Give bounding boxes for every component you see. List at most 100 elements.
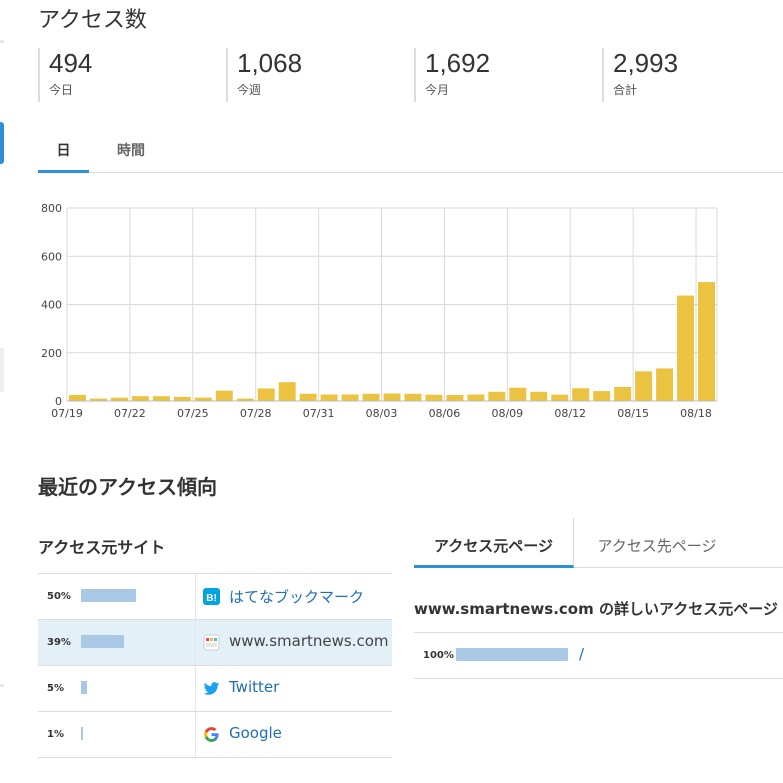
column-divider	[195, 666, 196, 711]
source-page-row[interactable]: 100% /	[414, 633, 783, 679]
stat-today: 494 今日	[38, 48, 92, 102]
left-panel-edge	[0, 684, 4, 687]
source-share-bar	[81, 635, 124, 648]
stat-this-week: 1,068 今週	[226, 48, 302, 102]
chart-bar	[383, 393, 401, 401]
y-tick-label: 200	[41, 347, 62, 360]
smartnews-icon	[203, 634, 220, 651]
chart-bar	[110, 397, 128, 401]
stat-this-month: 1,692 今月	[414, 48, 490, 102]
twitter-icon	[203, 680, 220, 697]
source-share-bar	[81, 589, 136, 602]
chart-bar	[635, 371, 653, 401]
chart-bar	[530, 391, 548, 401]
chart-bar	[425, 394, 443, 401]
source-share-bar	[81, 727, 83, 740]
chart-bar	[173, 396, 191, 401]
source-share-bar	[81, 681, 87, 694]
source-site-name[interactable]: はてなブックマーク	[229, 586, 364, 607]
period-tabs: 日 時間	[38, 127, 783, 173]
chart-bar	[614, 387, 632, 401]
tab-day[interactable]: 日	[38, 127, 89, 173]
x-tick-label: 08/09	[491, 407, 523, 420]
google-icon	[203, 726, 220, 743]
x-tick-label: 07/28	[240, 407, 272, 420]
stat-label: 今月	[425, 83, 450, 97]
sources-title: アクセス元サイト	[38, 538, 166, 557]
source-site-name: www.smartnews.com	[229, 632, 389, 650]
stat-value: 2,993	[613, 48, 679, 78]
chart-bar	[656, 368, 674, 401]
chart-bar	[131, 396, 149, 401]
chart-bar	[299, 393, 317, 401]
chart-bar	[572, 388, 590, 401]
stats-summary: 494 今日 1,068 今週 1,692 今月 2,993 合計	[38, 48, 783, 102]
stat-value: 494	[49, 48, 93, 78]
stat-value: 1,692	[425, 48, 491, 78]
chart-bar	[698, 282, 715, 401]
source-page-share-bar	[456, 648, 568, 661]
chart-bar	[677, 295, 695, 401]
column-divider	[195, 574, 196, 619]
left-panel-edge	[0, 40, 4, 43]
tab-hour[interactable]: 時間	[96, 127, 166, 173]
chart-bar	[362, 393, 380, 401]
chart-bar	[257, 388, 275, 401]
svg-text:B!: B!	[206, 593, 217, 604]
stat-label: 今日	[49, 83, 74, 97]
chart-bar	[341, 394, 359, 401]
tab-outbound-pages[interactable]: アクセス先ページ	[582, 518, 732, 568]
source-site-table: 50% B! はてなブックマーク 39% www.smartnews.com 5% Twit…	[38, 573, 392, 758]
chart-bar	[488, 391, 506, 401]
y-tick-label: 400	[41, 299, 62, 312]
chart-bar	[404, 393, 422, 401]
trend-section-title: 最近のアクセス傾向	[38, 475, 217, 499]
chart-bar	[152, 396, 170, 401]
source-percent: 39%	[47, 637, 71, 648]
column-divider	[195, 620, 196, 665]
source-page-percent: 100%	[423, 650, 454, 661]
x-tick-label: 07/22	[114, 407, 146, 420]
x-tick-label: 07/25	[177, 407, 209, 420]
source-row[interactable]: 39% www.smartnews.com	[38, 620, 392, 666]
y-tick-label: 600	[41, 250, 62, 263]
left-panel-active-marker	[0, 122, 4, 164]
x-tick-label: 07/31	[303, 407, 335, 420]
chart-bar	[467, 394, 485, 401]
x-tick-label: 08/18	[680, 407, 712, 420]
page-tabs: アクセス元ページ アクセス先ページ	[414, 518, 783, 568]
chart-bar	[194, 397, 212, 401]
x-tick-label: 08/03	[366, 407, 398, 420]
hatena-icon: B!	[203, 588, 220, 605]
chart-bar	[509, 387, 527, 401]
y-tick-label: 800	[41, 202, 62, 215]
chart-bar	[320, 394, 338, 401]
x-tick-label: 07/19	[51, 407, 83, 420]
source-percent: 50%	[47, 591, 71, 602]
source-row[interactable]: 50% B! はてなブックマーク	[38, 574, 392, 620]
stat-label: 合計	[613, 83, 638, 97]
detail-title: www.smartnews.com の詳しいアクセス元ページ	[414, 600, 778, 618]
source-page-table: 100% /	[414, 632, 783, 679]
x-tick-label: 08/15	[617, 407, 649, 420]
access-bar-chart: 020040060080007/19 07/22 07/25 07/28 07/31 08…	[41, 202, 718, 420]
chart-bar	[593, 391, 611, 401]
source-row[interactable]: 5% Twitter	[38, 666, 392, 712]
x-tick-label: 08/12	[554, 407, 586, 420]
chart-bar	[551, 394, 569, 401]
source-row[interactable]: 1% Google	[38, 712, 392, 758]
source-page-path-link[interactable]: /	[579, 645, 584, 663]
source-percent: 5%	[47, 683, 64, 694]
stat-value: 1,068	[237, 48, 303, 78]
source-site-name[interactable]: Google	[229, 724, 282, 742]
stat-total: 2,993 合計	[602, 48, 678, 102]
source-percent: 1%	[47, 729, 64, 740]
x-tick-label: 08/06	[429, 407, 461, 420]
page-title: アクセス数	[38, 8, 147, 33]
chart-bar	[69, 394, 86, 401]
source-site-name[interactable]: Twitter	[229, 678, 279, 696]
tab-inbound-pages[interactable]: アクセス元ページ	[414, 518, 574, 568]
chart-bar	[446, 394, 464, 401]
chart-bar	[278, 382, 296, 401]
chart-bar	[215, 390, 233, 401]
